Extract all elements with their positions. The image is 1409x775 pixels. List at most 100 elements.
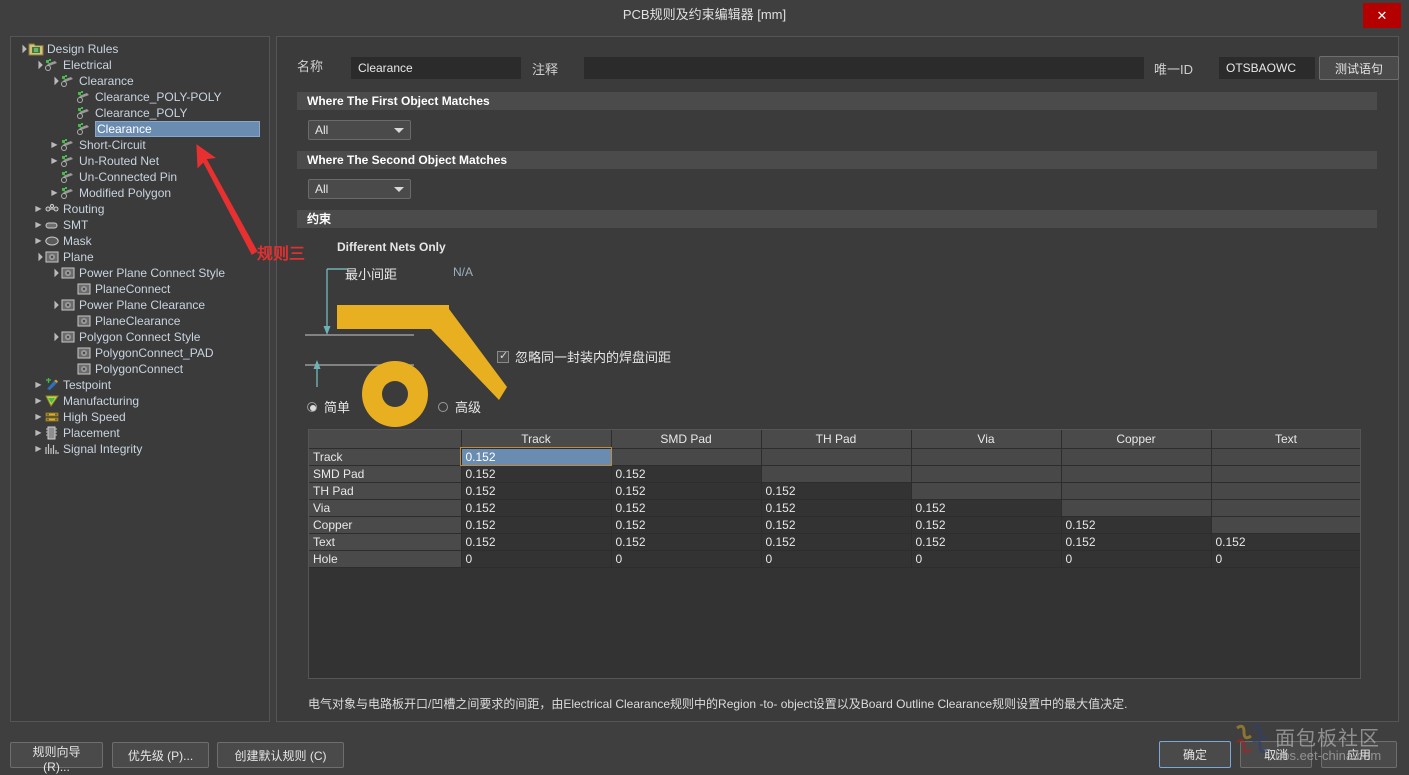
matrix-cell[interactable]: 0.152 [761, 499, 912, 517]
tree-item-un-connected-pin[interactable]: Un-Connected Pin [11, 169, 269, 185]
test-query-button[interactable]: 测试语句 [1319, 56, 1399, 80]
matrix-row-header[interactable]: Track [309, 448, 462, 466]
tree-item-short-circuit[interactable]: ▶ Short-Circuit [11, 137, 269, 153]
matrix-cell[interactable]: 0.152 [611, 482, 762, 500]
matrix-cell[interactable]: 0.152 [1211, 533, 1360, 551]
chevron-collapsed-icon[interactable]: ▶ [33, 377, 44, 393]
tree-item-smt[interactable]: ▶ SMT [11, 217, 269, 233]
matrix-cell[interactable]: 0 [1061, 550, 1212, 568]
tree-item-power-plane-clearance[interactable]: ◢ Power Plane Clearance [11, 297, 269, 313]
matrix-cell[interactable]: 0.152 [461, 465, 612, 483]
chevron-collapsed-icon[interactable]: ▶ [33, 393, 44, 409]
matrix-cell[interactable]: 0.152 [611, 465, 762, 483]
matrix-cell[interactable] [1061, 465, 1212, 483]
matrix-cell[interactable]: 0.152 [461, 482, 612, 500]
chevron-collapsed-icon[interactable]: ▶ [33, 233, 44, 249]
matrix-cell[interactable]: 0.152 [611, 533, 762, 551]
chevron-collapsed-icon[interactable]: ▶ [33, 425, 44, 441]
chevron-collapsed-icon[interactable]: ▶ [33, 441, 44, 457]
tree-item-high-speed[interactable]: ▶ High Speed [11, 409, 269, 425]
matrix-cell[interactable]: 0.152 [1061, 533, 1212, 551]
tree-item-polygonconnect[interactable]: PolygonConnect [11, 361, 269, 377]
matrix-cell[interactable]: 0.152 [761, 516, 912, 534]
clearance-matrix-panel[interactable]: Track SMD Pad TH Pad Via Copper Text Track 0.1… [308, 429, 1361, 679]
matrix-cell[interactable]: 0.152 [911, 516, 1062, 534]
matrix-row-header[interactable]: Text [309, 533, 462, 551]
tree-item-power-plane-connect-style[interactable]: ◢ Power Plane Connect Style [11, 265, 269, 281]
matrix-cell[interactable] [761, 448, 912, 466]
chevron-collapsed-icon[interactable]: ▶ [49, 153, 60, 169]
tree-item-polygonconnect-pad[interactable]: PolygonConnect_PAD [11, 345, 269, 361]
tree-item-planeconnect[interactable]: PlaneConnect [11, 281, 269, 297]
tree-item-plane[interactable]: ◢ Plane [11, 249, 269, 265]
tree-item-clearance-poly-poly[interactable]: Clearance_POLY-POLY [11, 89, 269, 105]
matrix-cell[interactable] [1211, 465, 1360, 483]
unique-id-input[interactable] [1219, 57, 1315, 79]
matrix-cell[interactable] [1211, 516, 1360, 534]
close-icon[interactable]: ✕ [1363, 3, 1401, 28]
first-object-scope-select[interactable]: All [308, 120, 411, 140]
matrix-column-header[interactable]: Copper [1061, 430, 1212, 449]
tree-item-polygon-connect-style[interactable]: ◢ Polygon Connect Style [11, 329, 269, 345]
chevron-collapsed-icon[interactable]: ▶ [33, 409, 44, 425]
tree-item-mask[interactable]: ▶ Mask [11, 233, 269, 249]
chevron-collapsed-icon[interactable]: ▶ [49, 185, 60, 201]
matrix-cell[interactable]: 0.152 [461, 533, 612, 551]
tree-item-clearance-poly[interactable]: Clearance_POLY [11, 105, 269, 121]
matrix-column-header[interactable]: TH Pad [761, 430, 912, 449]
design-rules-tree-panel[interactable]: ◢ Design Rules ◢ Electrical ◢ Clearance Cleara… [10, 36, 270, 722]
matrix-cell[interactable] [1211, 482, 1360, 500]
tree-item-electrical[interactable]: ◢ Electrical [11, 57, 269, 73]
matrix-cell[interactable]: 0.152 [911, 533, 1062, 551]
matrix-cell[interactable]: 0 [1211, 550, 1360, 568]
matrix-cell[interactable]: 0.152 [460, 447, 612, 466]
tree-item-design-rules[interactable]: ◢ Design Rules [11, 41, 269, 57]
create-default-rules-button[interactable]: 创建默认规则 (C) [217, 742, 344, 768]
chevron-collapsed-icon[interactable]: ▶ [33, 201, 44, 217]
matrix-column-header[interactable]: SMD Pad [611, 430, 762, 449]
tree-item-un-routed-net[interactable]: ▶ Un-Routed Net [11, 153, 269, 169]
matrix-column-header[interactable]: Track [461, 430, 612, 449]
matrix-row-header[interactable]: TH Pad [309, 482, 462, 500]
matrix-cell[interactable]: 0.152 [911, 499, 1062, 517]
matrix-cell[interactable] [1061, 482, 1212, 500]
comment-input[interactable] [584, 57, 1144, 79]
matrix-cell[interactable] [1061, 499, 1212, 517]
name-input[interactable] [351, 57, 521, 79]
matrix-cell[interactable]: 0 [911, 550, 1062, 568]
matrix-column-header[interactable]: Text [1211, 430, 1360, 449]
matrix-row-header[interactable]: Via [309, 499, 462, 517]
matrix-cell[interactable]: 0.152 [1061, 516, 1212, 534]
tree-item-modified-polygon[interactable]: ▶ Modified Polygon [11, 185, 269, 201]
matrix-cell[interactable] [1211, 499, 1360, 517]
apply-button[interactable]: 应用 [1321, 741, 1397, 768]
tree-item-manufacturing[interactable]: ▶ Manufacturing [11, 393, 269, 409]
matrix-cell[interactable] [1211, 448, 1360, 466]
matrix-row-header[interactable]: SMD Pad [309, 465, 462, 483]
radio-simple-mode[interactable]: 简单 [307, 397, 350, 416]
matrix-cell[interactable]: 0 [461, 550, 612, 568]
matrix-cell[interactable]: 0.152 [611, 499, 762, 517]
tree-item-placement[interactable]: ▶ Placement [11, 425, 269, 441]
matrix-cell[interactable]: 0.152 [761, 482, 912, 500]
matrix-cell[interactable]: 0.152 [611, 516, 762, 534]
matrix-cell[interactable] [911, 482, 1062, 500]
matrix-cell[interactable] [911, 448, 1062, 466]
matrix-row-header[interactable]: Hole [309, 550, 462, 568]
ignore-pad-clearance-checkbox[interactable]: 忽略同一封装内的焊盘间距 [497, 347, 671, 366]
matrix-cell[interactable]: 0 [611, 550, 762, 568]
matrix-cell[interactable] [611, 448, 762, 466]
ok-button[interactable]: 确定 [1159, 741, 1231, 768]
matrix-cell[interactable] [1061, 448, 1212, 466]
chevron-collapsed-icon[interactable]: ▶ [49, 137, 60, 153]
tree-item-clearance[interactable]: ◢ Clearance [11, 73, 269, 89]
priority-button[interactable]: 优先级 (P)... [112, 742, 209, 768]
matrix-cell[interactable]: 0.152 [461, 499, 612, 517]
tree-item-routing[interactable]: ▶ Routing [11, 201, 269, 217]
radio-advanced-mode[interactable]: 高级 [438, 397, 481, 416]
matrix-cell[interactable]: 0 [761, 550, 912, 568]
rule-wizard-button[interactable]: 规则向导 (R)... [10, 742, 103, 774]
tree-item-signal-integrity[interactable]: ▶ Signal Integrity [11, 441, 269, 457]
second-object-scope-select[interactable]: All [308, 179, 411, 199]
tree-item-planeclearance[interactable]: PlaneClearance [11, 313, 269, 329]
